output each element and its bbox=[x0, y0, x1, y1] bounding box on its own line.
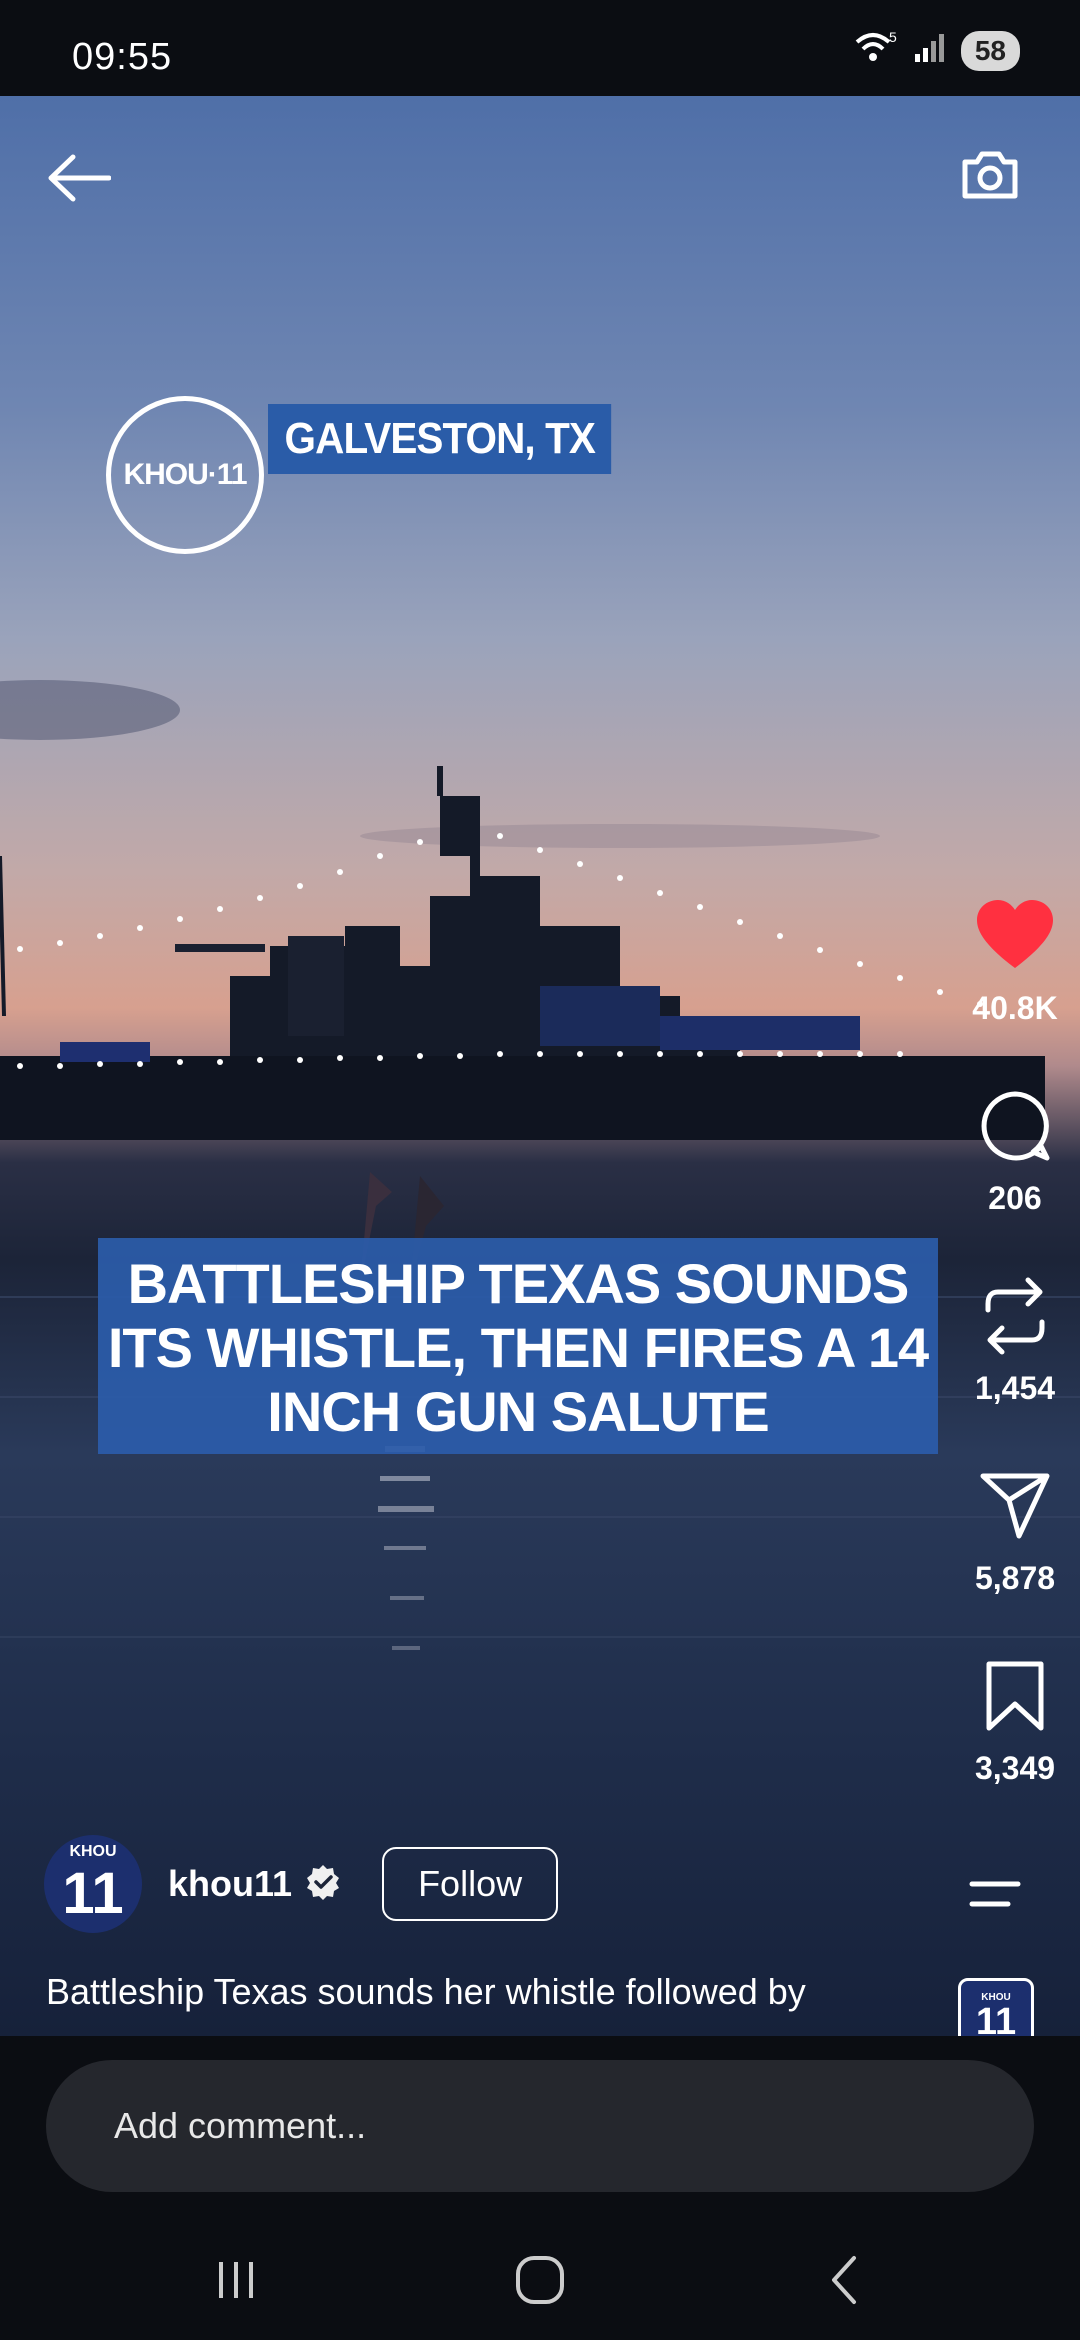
system-nav-bar bbox=[0, 2220, 1080, 2340]
audio-label-big: 11 bbox=[975, 2000, 1017, 2037]
send-icon bbox=[980, 1473, 1050, 1539]
heart-icon bbox=[977, 900, 1053, 968]
username[interactable]: khou11 bbox=[168, 1863, 292, 1905]
channel-logo: KHOU·11 bbox=[106, 396, 264, 554]
repost-count: 1,454 bbox=[974, 1370, 1056, 1406]
video-player[interactable]: KHOU·11 GALVESTON, TX BATTLESHIP TEXAS S… bbox=[0, 96, 1080, 2036]
status-bar: 09:55 5 58 bbox=[0, 0, 1080, 96]
caption-more[interactable]: ... bbox=[46, 2020, 77, 2036]
repost-icon bbox=[985, 1277, 1045, 1355]
comment-icon bbox=[981, 1091, 1050, 1161]
back-button[interactable] bbox=[38, 138, 118, 218]
signal-icon bbox=[913, 32, 947, 69]
headline-line: ITS WHISTLE, THEN FIRES A 14 bbox=[107, 1316, 929, 1379]
add-comment-placeholder: Add comment... bbox=[114, 2105, 367, 2146]
camera-button[interactable] bbox=[950, 136, 1030, 216]
recent-apps-button[interactable] bbox=[196, 2250, 276, 2310]
like-button[interactable]: 40.8K bbox=[950, 896, 1080, 1027]
recent-apps-icon bbox=[219, 2262, 253, 2298]
headline-line: BATTLESHIP TEXAS SOUNDS bbox=[127, 1252, 910, 1315]
share-count: 5,878 bbox=[974, 1560, 1056, 1596]
video-caption[interactable]: Battleship Texas sounds her whistle foll… bbox=[46, 1968, 926, 2016]
back-nav-button[interactable] bbox=[804, 2250, 884, 2310]
save-count: 3,349 bbox=[974, 1750, 1056, 1786]
follow-button[interactable]: Follow bbox=[382, 1847, 559, 1921]
share-button[interactable]: 5,878 bbox=[950, 1466, 1080, 1597]
camera-icon bbox=[962, 151, 1018, 199]
chevron-left-icon bbox=[832, 2256, 856, 2304]
menu-icon bbox=[969, 1881, 1021, 1907]
wifi-icon: 5 bbox=[853, 29, 899, 71]
avatar-label-small: KHOU bbox=[69, 1843, 117, 1860]
location-tag: GALVESTON, TX bbox=[268, 404, 612, 474]
status-time: 09:55 bbox=[72, 36, 173, 78]
author-row: KHOU 11 khou11 Follow bbox=[44, 1835, 559, 1933]
home-icon bbox=[516, 2256, 564, 2304]
bookmark-icon bbox=[986, 1661, 1044, 1731]
headline-line: INCH GUN SALUTE bbox=[267, 1380, 769, 1443]
network-label: 5 bbox=[889, 30, 897, 45]
home-button[interactable] bbox=[500, 2250, 580, 2310]
more-options-button[interactable] bbox=[956, 1864, 1036, 1924]
add-comment-field[interactable]: Add comment... bbox=[46, 2060, 1034, 2192]
avatar[interactable]: KHOU 11 bbox=[44, 1835, 142, 1933]
save-button[interactable]: 3,349 bbox=[950, 1656, 1080, 1787]
comment-button[interactable]: 206 bbox=[950, 1086, 1080, 1217]
repost-button[interactable]: 1,454 bbox=[950, 1276, 1080, 1407]
comment-count: 206 bbox=[988, 1180, 1042, 1216]
status-icons: 5 58 bbox=[853, 29, 1020, 71]
verified-badge-icon bbox=[304, 1863, 342, 1906]
battery-icon: 58 bbox=[960, 30, 1020, 71]
like-count: 40.8K bbox=[972, 990, 1058, 1026]
audio-button[interactable]: KHOU 11 bbox=[958, 1978, 1034, 2036]
video-frame bbox=[0, 680, 1080, 1650]
arrow-left-icon bbox=[48, 154, 111, 202]
video-headline: BATTLESHIP TEXAS SOUNDS ITS WHISTLE, THE… bbox=[98, 1238, 938, 1454]
avatar-label-big: 11 bbox=[62, 1860, 124, 1926]
